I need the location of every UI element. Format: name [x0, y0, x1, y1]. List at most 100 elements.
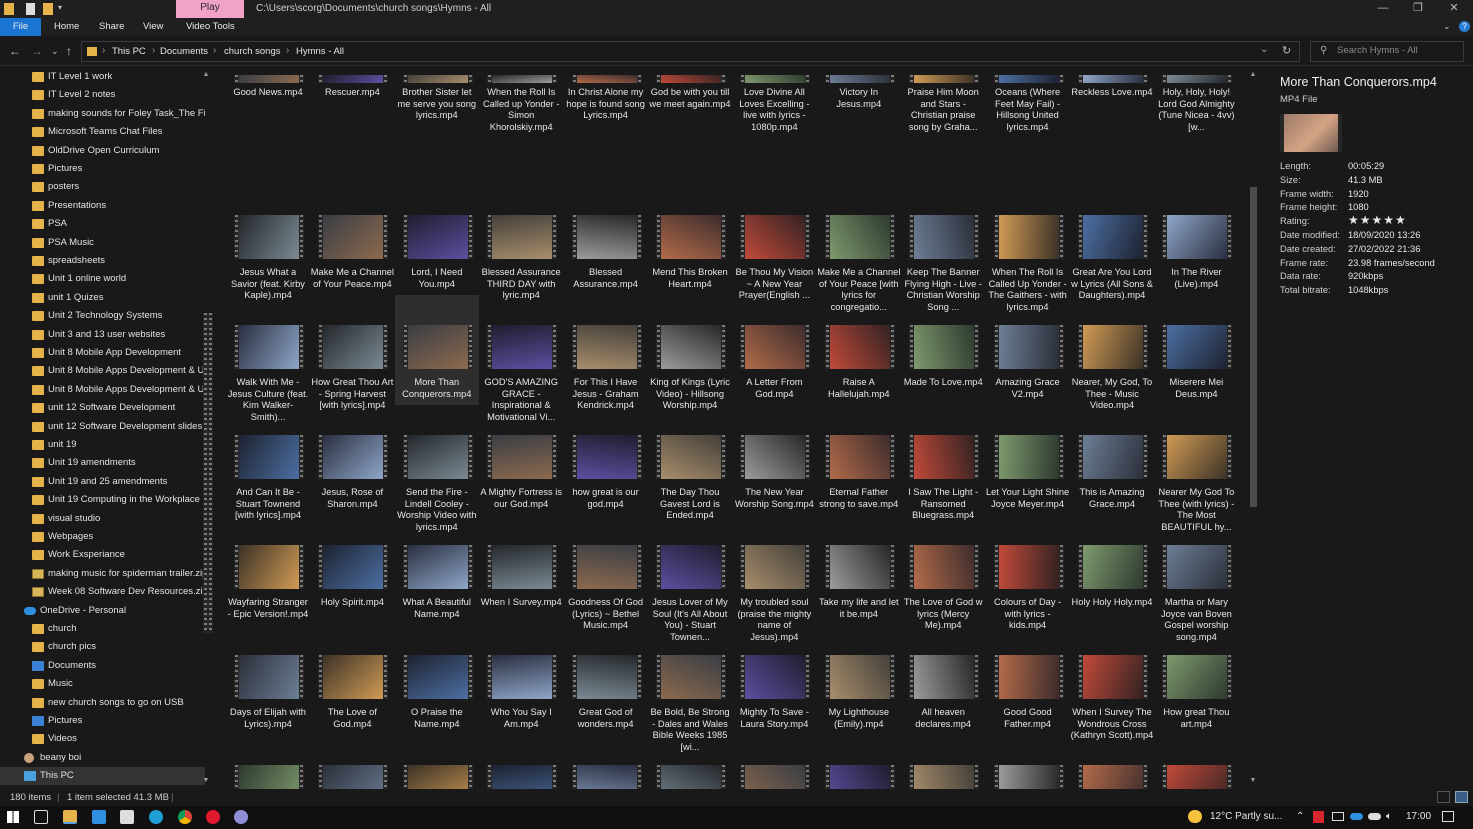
file-item[interactable]: Good Good Father.mp4 — [986, 625, 1070, 735]
file-item[interactable]: When the Roll Is Called up Yonder - Simo… — [479, 75, 563, 185]
opera-icon[interactable] — [206, 810, 220, 824]
file-item[interactable]: Jesus Lover of My Soul (It's All About Y… — [648, 515, 732, 642]
file-item[interactable]: Love Divine All Loves Excelling - live w… — [732, 75, 816, 185]
sidebar-item[interactable]: unit 19 — [0, 436, 205, 454]
breadcrumb-documents[interactable]: Documents — [160, 46, 208, 57]
forward-arrow-icon[interactable]: → — [31, 44, 43, 58]
scroll-up-icon[interactable]: ▲ — [202, 71, 210, 78]
back-arrow-icon[interactable]: ← — [9, 44, 21, 58]
file-item[interactable]: Holy, Holy, Holy! Lord God Almighty (Tun… — [1154, 75, 1238, 185]
tab-home[interactable]: Home — [48, 18, 85, 36]
file-item[interactable]: When I Survey The Wondrous Cross (Kathry… — [1070, 625, 1154, 740]
file-item[interactable]: Love Divine, All Loves Excelling Congreg… — [310, 735, 394, 789]
new-folder-icon[interactable] — [43, 3, 53, 15]
clock[interactable]: 17:00 — [1406, 811, 1431, 822]
breadcrumb-chevron-icon[interactable]: › — [152, 45, 155, 56]
file-item[interactable]: I MUST TELL JESUS.mp4 — [901, 735, 985, 789]
sidebar-item[interactable]: visual studio — [0, 510, 205, 528]
restore-button[interactable]: ❐ — [1400, 0, 1436, 18]
file-item[interactable]: Nearer, My God, To Thee - Music Video.mp… — [1070, 295, 1154, 410]
file-item[interactable]: Remembrance - Hillsong Worship (Lyrics).… — [732, 735, 816, 789]
breadcrumb-this-pc[interactable]: This PC — [112, 46, 146, 57]
file-item[interactable]: Nearer My God To Thee (with lyrics) - Th… — [1154, 405, 1238, 532]
file-item[interactable]: Let Your Light Shine Joyce Meyer.mp4 — [986, 405, 1070, 515]
file-item[interactable]: How Great Thou Art - Spring Harvest [wit… — [310, 295, 394, 410]
sidebar-item[interactable]: Unit 19 amendments — [0, 454, 205, 472]
sidebar-item[interactable]: Documents — [0, 657, 205, 675]
file-grid-scroll-thumb[interactable] — [1250, 187, 1257, 507]
file-item[interactable]: Who You Say I Am.mp4 — [479, 625, 563, 735]
sidebar-item[interactable]: OneDrive - Personal — [0, 602, 205, 620]
sidebar-item[interactable]: Unit 2 Technology Systems — [0, 307, 205, 325]
sidebar-item[interactable]: unit 12 Software Development slides — [0, 418, 205, 436]
sidebar-item[interactable]: posters — [0, 178, 205, 196]
sidebar-item[interactable]: IT Level 1 work — [0, 68, 205, 86]
file-item[interactable]: God be with you till we meet again.mp4 — [648, 75, 732, 185]
sidebar-item[interactable]: Presentations — [0, 197, 205, 215]
file-item[interactable]: King Of My Heart (Live).mp4 — [1154, 735, 1238, 789]
file-item[interactable]: GOD'S AMAZING GRACE - Inspirational & Mo… — [479, 295, 563, 422]
sidebar-item[interactable]: Webpages — [0, 528, 205, 546]
file-item[interactable]: More Than Conquerors.mp4 — [394, 295, 479, 405]
file-item[interactable]: Make Me a Channel of Your Peace [with ly… — [817, 185, 901, 312]
file-item[interactable]: For This I Have Jesus - Graham Kendrick.… — [564, 295, 648, 410]
edge-icon[interactable] — [149, 810, 163, 824]
file-item[interactable]: Promises.mp4 — [479, 735, 563, 789]
sidebar-item[interactable]: Unit 8 Mobile App Development — [0, 344, 205, 362]
file-item[interactable]: Amazing Grace.mp4 — [986, 735, 1070, 789]
file-item[interactable]: In Christ Alone my hope is found song Ly… — [564, 75, 648, 185]
scroll-down-icon[interactable]: ▼ — [1248, 777, 1258, 784]
help-icon[interactable]: ? — [1459, 21, 1470, 32]
file-item[interactable]: Goodness Of God (Lyrics) ~ Bethel Music.… — [564, 515, 648, 630]
sidebar-item[interactable]: unit 1 Quizes — [0, 289, 205, 307]
task-view-icon[interactable] — [34, 810, 48, 824]
file-item[interactable]: When I Survey.mp4 — [479, 515, 563, 625]
address-bar[interactable]: › This PC › Documents › church songs › H… — [81, 41, 1300, 62]
file-item[interactable]: My Lighthouse (Emily).mp4 — [817, 625, 901, 735]
file-item[interactable]: All heaven declares.mp4 — [901, 625, 985, 735]
file-item[interactable]: O Praise the Name.mp4 — [395, 625, 479, 735]
file-item[interactable]: Be Still, My Soul.mp4 — [564, 735, 648, 789]
sidebar-item[interactable]: Music — [0, 675, 205, 693]
file-item[interactable]: Send the Fire - Lindell Cooley - Worship… — [395, 405, 479, 532]
sidebar-item[interactable]: church pics — [0, 638, 205, 656]
sidebar-scrollbar[interactable]: ▲ ▼ — [202, 67, 213, 789]
search-box[interactable]: ⚲ — [1310, 41, 1464, 62]
file-item[interactable]: My Anchor Holds.mp4 — [226, 735, 310, 789]
sidebar-item[interactable]: making music for spiderman trailer.zip — [0, 565, 205, 583]
mail-icon[interactable] — [92, 810, 106, 824]
sidebar-item[interactable]: Unit 8 Mobile Apps Development & U — [0, 362, 205, 380]
sidebar-item[interactable]: This PC — [0, 767, 205, 786]
large-icons-view-button[interactable] — [1455, 791, 1468, 803]
file-item[interactable]: Make Me a Channel of Your Peace.mp4 — [310, 185, 394, 295]
breadcrumb-chevron-icon[interactable]: › — [286, 45, 289, 56]
file-item[interactable]: Holy Holy Holy.mp4 — [1070, 515, 1154, 625]
file-item[interactable]: Miserere Mei Deus.mp4 — [1154, 295, 1238, 405]
file-item[interactable]: how great is our god.mp4 — [564, 405, 648, 515]
sidebar-item[interactable]: new church songs to go on USB — [0, 694, 205, 712]
weather-text[interactable]: 12°C Partly su... — [1210, 811, 1282, 822]
file-item[interactable]: Eternal Father strong to save.mp4 — [817, 405, 901, 515]
file-item[interactable]: Be Bold, Be Strong - Dales and Wales Bib… — [648, 625, 732, 752]
sidebar-item[interactable]: Unit 19 and 25 amendments — [0, 473, 205, 491]
onedrive-icon[interactable] — [1350, 813, 1363, 820]
file-item[interactable]: The Love of God w lyrics (Mercy Me).mp4 — [901, 515, 985, 630]
file-item[interactable]: Mighty To Save - Laura Story.mp4 — [732, 625, 816, 735]
file-item[interactable]: Good News.mp4 — [226, 75, 310, 185]
breadcrumb-church-songs[interactable]: church songs — [224, 46, 281, 57]
file-item[interactable]: Living Hope - Phil Wickham.mp4 — [395, 735, 479, 789]
chevron-up-icon[interactable]: ⌃ — [1296, 811, 1304, 822]
file-item[interactable]: Colours of Day - with lyrics - kids.mp4 — [986, 515, 1070, 630]
sidebar-item[interactable]: IT Level 2 notes — [0, 86, 205, 104]
file-item[interactable]: Wayfaring Stranger - Epic Version!.mp4 — [226, 515, 310, 625]
settings-gear-icon[interactable] — [234, 810, 248, 824]
file-item[interactable]: What A Beautiful Name.mp4 — [395, 515, 479, 625]
details-view-button[interactable] — [1437, 791, 1450, 803]
customize-toolbar-icon[interactable]: ▾ — [58, 3, 62, 15]
file-item[interactable]: Great Are You Lord w Lyrics (All Sons & … — [1070, 185, 1154, 300]
up-arrow-icon[interactable]: ↑ — [66, 44, 72, 58]
tab-video-tools[interactable]: Video Tools — [180, 18, 241, 36]
sidebar-item[interactable]: spreadsheets — [0, 252, 205, 270]
antivirus-icon[interactable] — [1313, 811, 1324, 823]
file-item[interactable]: Keep The Banner Flying High - Live - Chr… — [901, 185, 985, 312]
